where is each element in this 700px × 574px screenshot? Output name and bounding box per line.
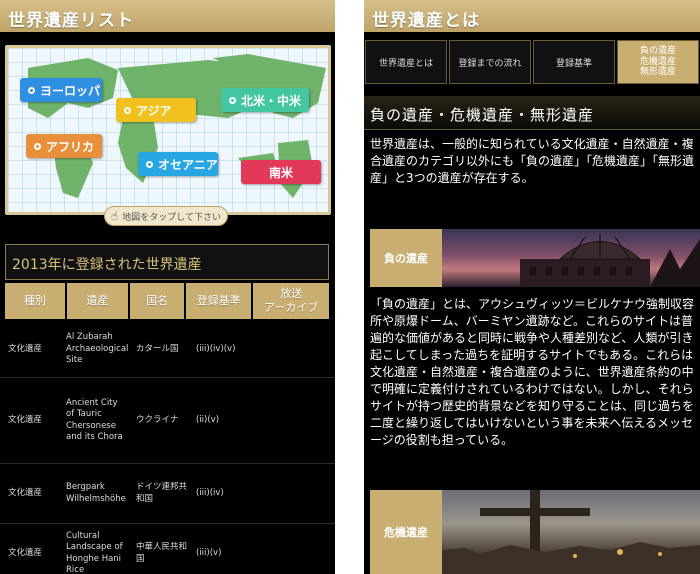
region-south-america[interactable]: 南米 (241, 160, 321, 184)
column-header-criteria: 登録基準 (185, 283, 252, 319)
region-label: アジア (136, 103, 172, 118)
heritage-table-body: 文化遺産 Al Zubarah Archaeological Site カタール… (0, 322, 335, 574)
intro-paragraph: 世界遺産は、一般的に知られている文化遺産・自然遺産・複合遺産のカテゴリ以外にも「… (370, 137, 695, 186)
cell-criteria: (iii)(v) (196, 547, 222, 558)
region-label: 北米・中米 (241, 93, 302, 108)
world-heritage-list-screen: 世界遺産リスト ヨーロッパ アジア 北米・中米 アフリカ オセアニア 南米 ☝ … (0, 0, 335, 574)
world-map[interactable]: ヨーロッパ アジア 北米・中米 アフリカ オセアニア 南米 (5, 45, 331, 215)
map-tap-hint: ☝ 地図をタップして下さい (104, 206, 228, 226)
tab-criteria[interactable]: 登録基準 (533, 40, 615, 84)
tab-bar: 世界遺産とは 登録までの流れ 登録基準 負の遺産 危機遺産 無形遺産 (364, 40, 700, 84)
region-africa[interactable]: アフリカ (26, 134, 102, 158)
region-label: 南米 (268, 165, 293, 180)
world-heritage-about-screen: 世界遺産とは 世界遺産とは 登録までの流れ 登録基準 負の遺産 危機遺産 無形遺… (364, 0, 700, 574)
cell-criteria: (ii)(v) (196, 414, 220, 425)
cell-name: Cultural Landscape of Honghe Hani Rice (66, 530, 123, 574)
page-title: 世界遺産リスト (0, 0, 335, 32)
region-label: アフリカ (46, 139, 95, 154)
negative-heritage-banner: 負の遺産 (370, 229, 700, 287)
year-header: 2013年に登録された世界遺産 (5, 244, 329, 280)
column-header-country: 国名 (130, 283, 184, 319)
tab-negative-danger-intangible[interactable]: 負の遺産 危機遺産 無形遺産 (617, 40, 699, 84)
table-row[interactable]: 文化遺産 Al Zubarah Archaeological Site カタール… (0, 322, 335, 378)
section-title: 負の遺産・危機遺産・無形遺産 (364, 96, 700, 130)
region-dot-icon (229, 96, 236, 104)
region-dot-icon (28, 86, 35, 94)
page-title: 世界遺産とは (364, 0, 700, 32)
region-north-central-america[interactable]: 北米・中米 (221, 88, 309, 112)
cell-country: 中華人民共和国 (136, 542, 188, 564)
table-row[interactable]: 文化遺産 Cultural Landscape of Honghe Hani R… (0, 524, 335, 574)
region-europe[interactable]: ヨーロッパ (20, 78, 102, 102)
cell-country: ウクライナ (136, 414, 179, 425)
cell-country: カタール国 (136, 343, 179, 354)
cell-name: Al Zubarah Archaeological Site (66, 332, 129, 366)
cell-country: ドイツ連邦共和国 (136, 482, 188, 504)
banner-label: 危機遺産 (370, 490, 442, 574)
region-dot-icon (34, 142, 41, 150)
region-asia[interactable]: アジア (116, 98, 196, 122)
cell-name: Ancient City of Tauric Chersonese and it… (66, 397, 123, 442)
cell-type: 文化遺産 (8, 487, 43, 498)
column-header-type: 種別 (5, 283, 65, 319)
continents-shape (28, 54, 326, 198)
cell-name: Bergpark Wilhelmshöhe (66, 482, 126, 504)
column-header-archive: 放送 アーカイブ (253, 283, 329, 319)
tab-about[interactable]: 世界遺産とは (365, 40, 447, 84)
cell-type: 文化遺産 (8, 547, 43, 558)
table-header: 種別 遺産 国名 登録基準 放送 アーカイブ (5, 283, 329, 319)
region-dot-icon (146, 160, 153, 168)
region-label: オセアニア (158, 157, 218, 172)
tab-registration-flow[interactable]: 登録までの流れ (449, 40, 531, 84)
hand-pointer-icon: ☝ (110, 209, 119, 223)
cell-criteria: (iii)(iv)(v) (196, 343, 236, 354)
map-hint-label: 地図をタップして下さい (122, 212, 222, 223)
banner-label: 負の遺産 (370, 229, 442, 287)
cell-criteria: (iii)(iv) (196, 487, 224, 498)
column-header-heritage: 遺産 (66, 283, 129, 319)
region-label: ヨーロッパ (40, 83, 101, 98)
cell-type: 文化遺産 (8, 414, 43, 425)
table-row[interactable]: 文化遺産 Bergpark Wilhelmshöhe ドイツ連邦共和国 (iii… (0, 464, 335, 524)
table-row[interactable]: 文化遺産 Ancient City of Tauric Chersonese a… (0, 378, 335, 464)
danger-heritage-banner: 危機遺産 (370, 490, 700, 574)
region-oceania[interactable]: オセアニア (138, 152, 218, 176)
negative-heritage-paragraph: 「負の遺産」とは、アウシュヴィッツ＝ビルケナウ強制収容所や原爆ドーム、バーミヤン… (370, 297, 695, 448)
region-dot-icon (124, 106, 131, 114)
cell-type: 文化遺産 (8, 343, 43, 354)
